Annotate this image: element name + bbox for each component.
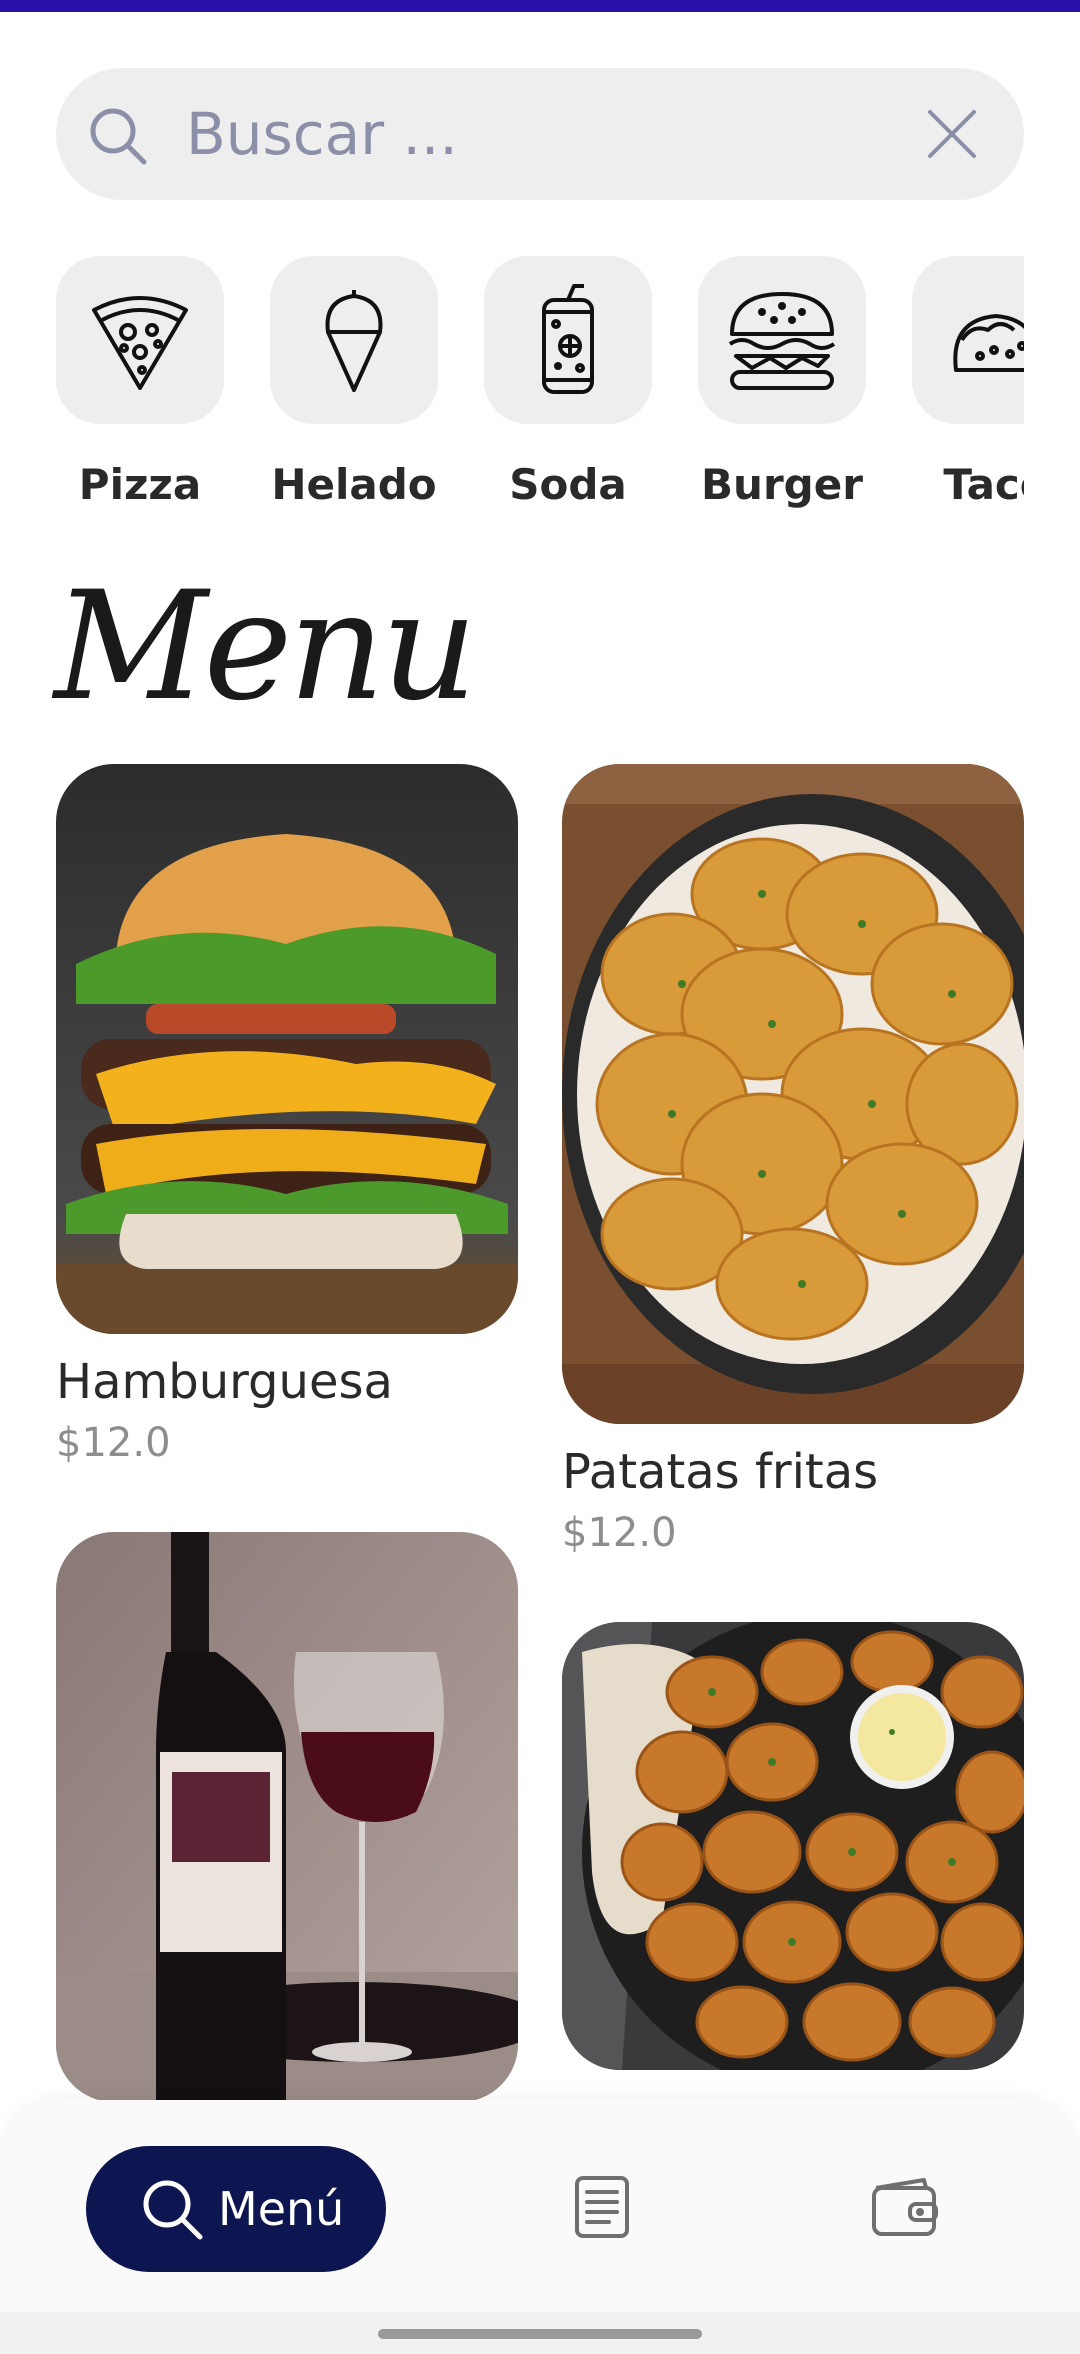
menu-item-price: $12.0 <box>56 1420 171 1466</box>
category-label: Burger <box>701 460 863 509</box>
search-icon <box>90 108 147 165</box>
category-label: Pizza <box>78 460 202 509</box>
nav-menu-button[interactable]: Menú <box>86 2146 386 2272</box>
menu-item-card[interactable]: Patatas fritas $12.0 <box>562 764 1024 1556</box>
category-helado[interactable]: Helado <box>270 256 438 509</box>
ice-cream-icon <box>325 290 383 392</box>
search-bar[interactable] <box>56 68 1024 200</box>
pizza-icon <box>92 296 188 390</box>
status-accent-bar <box>0 0 1080 12</box>
document-icon[interactable] <box>567 2172 637 2242</box>
category-label: Helado <box>271 460 437 509</box>
category-soda[interactable]: Soda <box>484 256 652 509</box>
menu-item-image <box>562 1622 1024 2070</box>
menu-item-card[interactable]: Hamburguesa $12.0 <box>56 764 518 1466</box>
search-icon <box>143 2180 203 2240</box>
home-indicator[interactable] <box>378 2329 702 2339</box>
soda-can-icon <box>542 284 594 394</box>
category-burger[interactable]: Burger <box>698 256 866 509</box>
category-pizza[interactable]: Pizza <box>56 256 224 509</box>
category-label: Soda <box>509 460 627 509</box>
menu-item-name: Patatas fritas <box>562 1444 879 1500</box>
menu-title: Menu <box>54 560 478 734</box>
clear-icon[interactable] <box>922 104 982 164</box>
category-list: Pizza Helado Soda Burger Tac <box>56 256 1024 526</box>
burger-icon <box>728 292 836 390</box>
nav-menu-label: Menú <box>218 2182 345 2236</box>
menu-item-image <box>56 764 518 1334</box>
wallet-icon[interactable] <box>868 2172 942 2242</box>
menu-item-card[interactable] <box>56 1532 518 2122</box>
search-input[interactable] <box>186 90 946 178</box>
menu-item-image <box>56 1532 518 2102</box>
bottom-navigation: Menú <box>0 2100 1080 2312</box>
menu-item-card[interactable] <box>562 1622 1024 2090</box>
menu-item-price: $12.0 <box>562 1510 677 1556</box>
menu-item-image <box>562 764 1024 1424</box>
category-taco[interactable]: Taco <box>912 256 1024 509</box>
menu-item-name: Hamburguesa <box>56 1354 393 1410</box>
category-label: Taco <box>943 460 1024 509</box>
taco-icon <box>953 314 1024 372</box>
